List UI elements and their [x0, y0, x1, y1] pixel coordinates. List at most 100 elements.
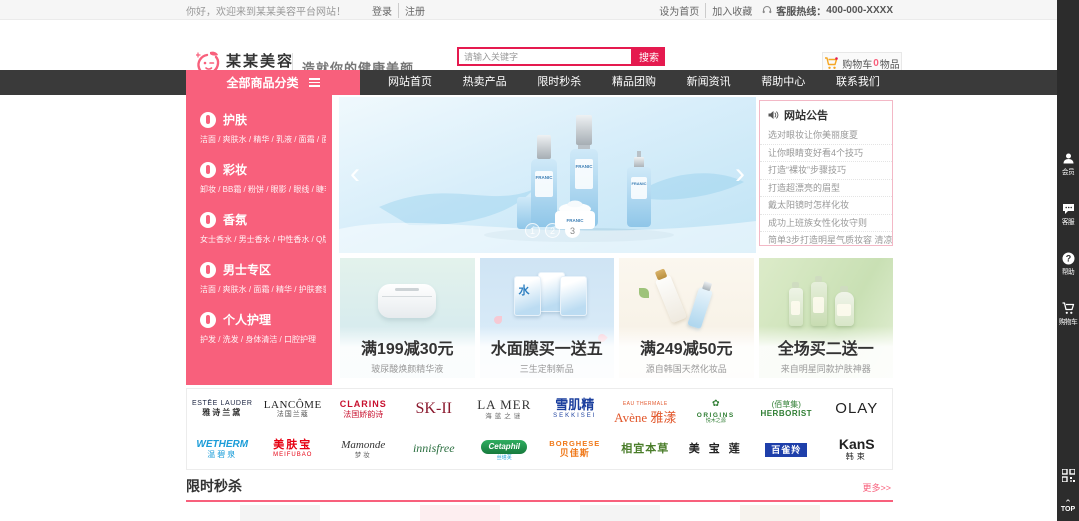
brand-innisfree[interactable]: innisfree: [413, 442, 455, 456]
all-categories-label: 全部商品分类: [226, 74, 298, 91]
brand-sekkisei[interactable]: 雪肌精SEKKISEI: [553, 398, 596, 420]
brand-zh: 贝佳斯: [549, 448, 600, 458]
product-placeholder: [240, 505, 320, 521]
brand-zh: 海蓝之谜: [477, 413, 531, 420]
promo-title: 全场买二送一: [759, 335, 894, 359]
toolbar-help-button[interactable]: ? 帮助: [1057, 252, 1079, 298]
brand-en: CLARINS: [340, 399, 387, 409]
back-to-top-button[interactable]: ⌃ TOP: [1057, 501, 1079, 513]
brand-herborist[interactable]: (佰草集)HERBORIST: [760, 400, 812, 418]
brand-en: BORGHESE: [549, 440, 600, 449]
brand-estee-lauder[interactable]: ESTĒE LAUDER雅诗兰黛: [192, 400, 253, 417]
brand-maybelline[interactable]: 美 宝 莲: [689, 443, 743, 456]
notice-item[interactable]: 成功上班族女性化妆守则: [760, 215, 892, 233]
promo-card-1[interactable]: 满199减30元 玻尿酸焕颜精华液: [340, 258, 475, 378]
cart-suffix: 物品: [880, 56, 900, 71]
promo-card-2[interactable]: 水 水面膜买一送五 三生定制新品: [480, 258, 615, 378]
mask-packet-image: [560, 276, 587, 316]
notice-item[interactable]: 简单3步打造明星气质妆容 清凉: [760, 232, 892, 246]
brand-zh: 韩束: [839, 452, 875, 461]
nav-item-groupbuy[interactable]: 精品团购: [612, 70, 656, 95]
category-fragrance[interactable]: 香氛 女士香水 / 男士香水 / 中性香水 / Q版: [200, 211, 332, 245]
svg-text:FRANIC: FRANIC: [631, 181, 646, 186]
brand-pechoin[interactable]: 百雀羚: [765, 440, 807, 458]
brand-borghese[interactable]: BORGHESE贝佳斯: [549, 440, 600, 459]
svg-text:FRANIC: FRANIC: [536, 175, 554, 180]
notice-item[interactable]: 打造超漂亮的眉型: [760, 180, 892, 198]
brand-lancome[interactable]: LANCÔME法国兰蔻: [264, 399, 322, 420]
brand-en: innisfree: [413, 442, 455, 456]
speaker-icon: [768, 110, 779, 120]
nav-item-help[interactable]: 帮助中心: [761, 70, 805, 95]
brand-en: WETHERM: [196, 439, 248, 451]
brand-clarins[interactable]: CLARINS法国娇韵诗: [340, 399, 387, 419]
category-sublinks[interactable]: 洁面 / 爽肤水 / 精华 / 乳液 / 面霜 / 面膜: [200, 134, 326, 145]
favorite-link[interactable]: 加入收藏: [712, 3, 752, 18]
toolbar-member-button[interactable]: 会员: [1057, 152, 1079, 198]
register-link[interactable]: 注册: [405, 3, 425, 18]
carousel-dot-3[interactable]: 3: [565, 223, 580, 238]
set-home-link[interactable]: 设为首页: [659, 3, 706, 18]
nav-item-news[interactable]: 新闻资讯: [687, 70, 731, 95]
brand-olay[interactable]: OLAY: [835, 400, 878, 417]
brand-xiangyibencao[interactable]: 相宜本草: [621, 443, 669, 456]
hotline-number: 400-000-XXXX: [826, 5, 893, 16]
qr-code-icon[interactable]: [1062, 469, 1075, 482]
topbar: 你好，欢迎来到某某美容平台网站！ 登录 注册 设为首页 加入收藏 客服热线： 4…: [0, 0, 1079, 20]
category-icon: [200, 212, 216, 228]
category-personal-care[interactable]: 个人护理 护发 / 洗发 / 身体清洁 / 口腔护理: [200, 311, 332, 345]
seckill-more-link[interactable]: 更多>>: [862, 481, 891, 494]
brand-meifubao[interactable]: 美肤宝MEIFUBAO: [273, 439, 312, 459]
brand-kans[interactable]: KanS韩束: [839, 436, 875, 461]
toolbar-service-button[interactable]: 客服: [1057, 202, 1079, 248]
brand-wetherm[interactable]: WETHERM温碧泉: [196, 439, 248, 460]
brand-zh: 梦妆: [341, 452, 385, 459]
brand-en: 美肤宝: [273, 439, 312, 452]
bottle-image: [655, 275, 687, 324]
brand-lamer[interactable]: LA MER海蓝之谜: [477, 398, 531, 420]
notice-title: 网站公告: [784, 107, 828, 123]
category-men[interactable]: 男士专区 洁面 / 爽肤水 / 面霜 / 精华 / 护肤套装: [200, 261, 332, 295]
category-skincare[interactable]: 护肤 洁面 / 爽肤水 / 精华 / 乳液 / 面霜 / 面膜: [200, 111, 332, 145]
nav-item-contact[interactable]: 联系我们: [836, 70, 880, 95]
nav-item-home[interactable]: 网站首页: [388, 70, 432, 95]
brand-mamonde[interactable]: Mamonde梦妆: [341, 439, 385, 459]
carousel-prev-button[interactable]: ‹: [345, 155, 365, 195]
promo-card-4[interactable]: 全场买二送一 来自明星同款护肤神器: [759, 258, 894, 378]
category-sublinks[interactable]: 洁面 / 爽肤水 / 面霜 / 精华 / 护肤套装: [200, 284, 326, 295]
brand-avene[interactable]: EAU THERMALEAvène 雅漾: [614, 392, 676, 425]
toolbar-cart-button[interactable]: 购物车: [1057, 302, 1079, 348]
notice-item[interactable]: 戴太阳镜时怎样化妆: [760, 197, 892, 215]
carousel-dot-2[interactable]: 2: [545, 223, 560, 238]
notice-item[interactable]: 打造“裸妆”步骤技巧: [760, 162, 892, 180]
carousel-dot-1[interactable]: 1: [525, 223, 540, 238]
category-sublinks[interactable]: 卸妆 / BB霜 / 粉饼 / 眼影 / 眼线 / 睫毛: [200, 184, 326, 195]
nav-item-seckill[interactable]: 限时秒杀: [537, 70, 581, 95]
brand-en: (佰草集): [760, 400, 812, 409]
site-notice-panel: 网站公告 选对眼妆让你美丽度夏 让你眼睛变好看4个技巧 打造“裸妆”步骤技巧 打…: [759, 100, 893, 246]
search-button[interactable]: 搜索: [633, 47, 665, 66]
hero-carousel[interactable]: FRANIC FRANIC FRANIC FRANIC ‹ › 1 2 3: [339, 97, 756, 253]
carousel-next-button[interactable]: ›: [730, 155, 750, 195]
brand-en: OLAY: [835, 400, 878, 417]
brand-origins[interactable]: ✿ORIGINS悦木之源: [697, 393, 735, 425]
seckill-section-header: 限时秒杀 更多>>: [186, 476, 893, 502]
cart-label: 购物车: [1058, 317, 1079, 327]
brand-zh: HERBORIST: [760, 409, 812, 418]
nav-item-hot[interactable]: 热卖产品: [463, 70, 507, 95]
help-label: 帮助: [1058, 267, 1079, 277]
notice-item[interactable]: 选对眼妆让你美丽度夏: [760, 127, 892, 145]
green-bottle-image: [789, 288, 803, 326]
promo-card-3[interactable]: 满249减50元 源自韩国天然化妆品: [619, 258, 754, 378]
brand-pre: EAU THERMALE: [623, 401, 668, 407]
notice-item[interactable]: 让你眼睛变好看4个技巧: [760, 145, 892, 163]
brand-sk2[interactable]: SK-II: [416, 400, 452, 418]
all-categories-button[interactable]: 全部商品分类: [186, 70, 360, 95]
category-makeup[interactable]: 彩妆 卸妆 / BB霜 / 粉饼 / 眼影 / 眼线 / 睫毛: [200, 161, 332, 195]
brand-cetaphil[interactable]: Cetaphil丝塔芙: [481, 436, 527, 461]
login-link[interactable]: 登录: [372, 3, 399, 18]
search-input[interactable]: [457, 47, 633, 66]
category-sublinks[interactable]: 护发 / 洗发 / 身体清洁 / 口腔护理: [200, 334, 326, 345]
brand-zh: 法国娇韵诗: [340, 410, 387, 419]
category-sublinks[interactable]: 女士香水 / 男士香水 / 中性香水 / Q版: [200, 234, 326, 245]
